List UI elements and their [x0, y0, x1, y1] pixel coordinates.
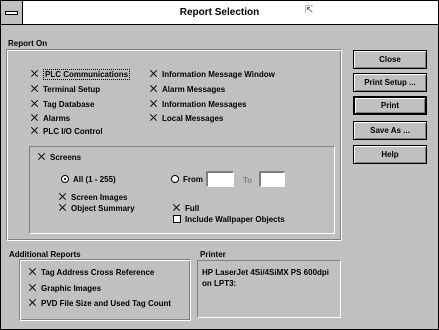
to-label: To: [243, 176, 253, 185]
checkbox-label: Local Messages: [162, 114, 224, 123]
printer-line-2: on LPT3:: [202, 279, 237, 288]
checkbox-plc-io-control[interactable]: PLC I/O Control: [31, 127, 103, 136]
checkbox-label: Information Messages: [162, 100, 247, 109]
checkbox-pvd-file-size[interactable]: PVD File Size and Used Tag Count: [29, 299, 171, 308]
to-screen-input[interactable]: [259, 171, 285, 187]
checkbox-tag-database[interactable]: Tag Database: [31, 100, 94, 109]
print-setup-button[interactable]: Print Setup ...: [353, 73, 427, 92]
checkbox-label: Full: [185, 204, 200, 213]
checkbox-full[interactable]: Full: [173, 204, 199, 213]
checkbox-label: Information Message Window: [162, 70, 275, 79]
checkbox-local-messages[interactable]: Local Messages: [150, 114, 223, 123]
radio-label: From: [183, 175, 203, 184]
title-bar: Report Selection ⇱: [1, 1, 438, 25]
checkbox-screens[interactable]: Screens: [38, 153, 81, 162]
checkbox-label: Tag Database: [43, 100, 95, 109]
checkbox-label: Terminal Setup: [43, 85, 101, 94]
checkbox-label: Screen Images: [71, 193, 128, 202]
mouse-cursor-icon: ⇱: [305, 5, 314, 16]
printer-line-1: HP LaserJet 4Si/4SiMX PS 600dpi: [202, 268, 330, 277]
checkbox-label: Graphic Images: [41, 284, 102, 293]
checkbox-label: Object Summary: [71, 204, 135, 213]
print-button[interactable]: Print: [353, 96, 427, 115]
checkbox-label: Tag Address Cross Reference: [41, 268, 155, 277]
checkbox-label: Include Wallpaper Objects: [185, 215, 285, 224]
checkbox-plc-communications[interactable]: PLC Communications: [31, 69, 131, 80]
checkbox-label: PLC I/O Control: [43, 127, 103, 136]
checkbox-label: PVD File Size and Used Tag Count: [41, 299, 172, 308]
checkbox-information-message-window[interactable]: Information Message Window: [150, 70, 275, 79]
radio-from-range[interactable]: From: [171, 175, 203, 184]
checkbox-label: PLC Communications: [43, 69, 131, 80]
checkbox-graphic-images[interactable]: Graphic Images: [29, 284, 101, 293]
checkbox-label: Screens: [50, 153, 82, 162]
checkbox-include-wallpaper-objects[interactable]: Include Wallpaper Objects: [173, 215, 285, 224]
checkbox-object-summary[interactable]: Object Summary: [59, 204, 135, 213]
checkbox-alarm-messages[interactable]: Alarm Messages: [150, 85, 225, 94]
checkbox-terminal-setup[interactable]: Terminal Setup: [31, 85, 100, 94]
radio-all-screens[interactable]: All (1 - 255): [61, 175, 116, 184]
report-on-heading: Report On: [8, 39, 48, 48]
close-button[interactable]: Close: [353, 50, 427, 69]
window-title: Report Selection: [179, 7, 260, 18]
additional-reports-heading: Additional Reports: [9, 250, 81, 259]
checkbox-screen-images[interactable]: Screen Images: [59, 193, 127, 202]
save-as-button[interactable]: Save As ...: [353, 121, 427, 140]
checkbox-alarms[interactable]: Alarms: [31, 114, 70, 123]
checkbox-label: Alarms: [43, 114, 71, 123]
checkbox-tag-address-cross-reference[interactable]: Tag Address Cross Reference: [29, 268, 154, 277]
from-screen-input[interactable]: [206, 171, 234, 187]
checkbox-label: Alarm Messages: [162, 85, 226, 94]
report-selection-dialog: Report Selection ⇱ Report On PLC Communi…: [0, 0, 439, 330]
checkbox-information-messages[interactable]: Information Messages: [150, 100, 246, 109]
printer-heading: Printer: [200, 250, 226, 259]
radio-label: All (1 - 255): [73, 175, 116, 184]
printer-name-display: HP LaserJet 4Si/4SiMX PS 600dpi on LPT3:: [197, 260, 341, 318]
help-button[interactable]: Help: [353, 145, 427, 164]
